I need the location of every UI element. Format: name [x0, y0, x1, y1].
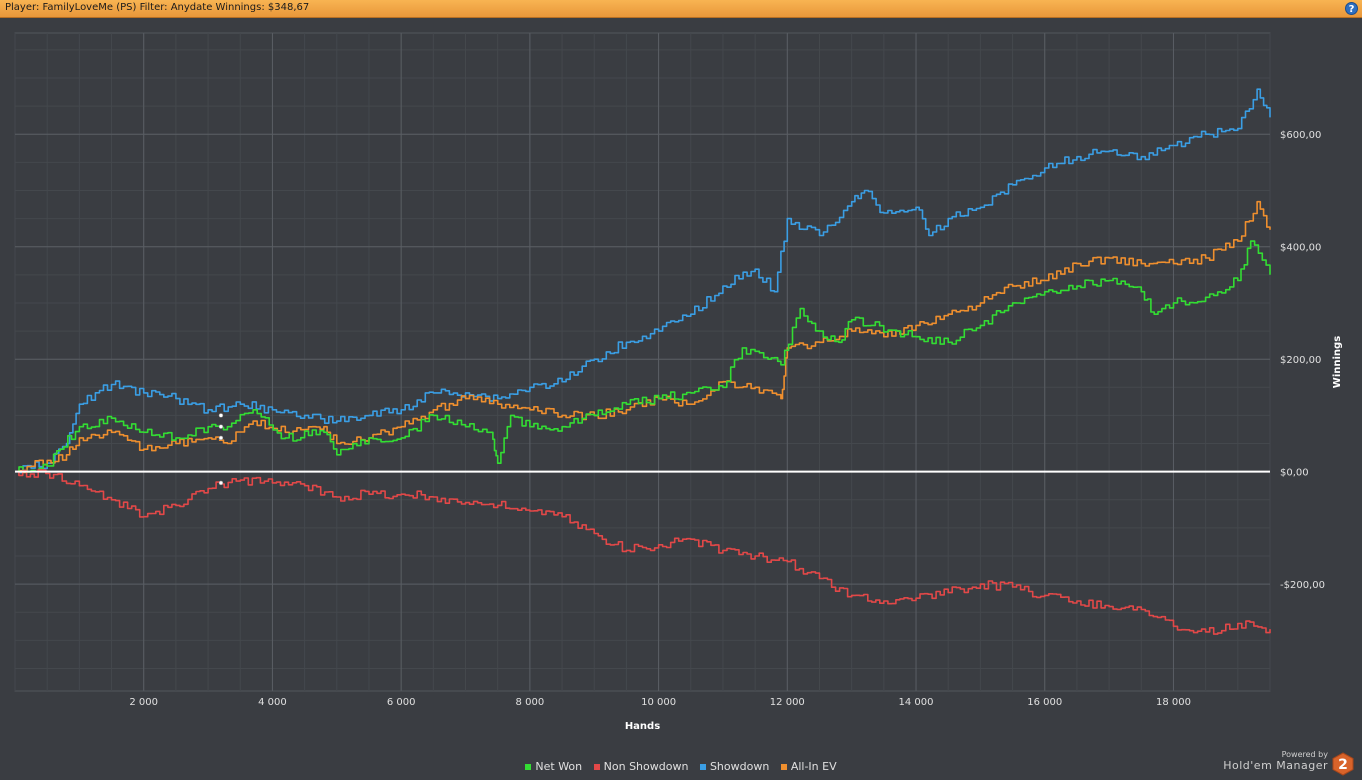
legend-label: Net Won: [535, 760, 583, 773]
grid: [14, 32, 1271, 692]
legend-label: Non Showdown: [603, 760, 689, 773]
legend-item-net-won[interactable]: Net Won: [525, 760, 582, 773]
legend-swatch: [780, 764, 787, 770]
legend-swatch: [699, 764, 706, 770]
product-name: Hold'em Manager: [1223, 759, 1328, 772]
legend-label: Showdown: [709, 760, 770, 773]
hm2-logo-icon: 2: [1332, 752, 1354, 776]
x-axis-title: Hands: [625, 721, 660, 732]
data-marker[interactable]: [218, 435, 224, 441]
y-tick-label: $400,00: [1280, 243, 1321, 254]
legend-swatch: [593, 764, 600, 770]
x-tick-label: 10 000: [641, 697, 676, 708]
legend-item-showdown[interactable]: Showdown: [699, 760, 770, 773]
powered-by-text: Powered by: [1281, 750, 1328, 759]
x-tick-label: 16 000: [1027, 697, 1062, 708]
series-line-non-showdown[interactable]: [15, 469, 1271, 635]
x-tick-label: 14 000: [899, 697, 934, 708]
tick-labels: 2 000 4 000 6 000 8 000 10 000 12 000 14 000 16…: [129, 130, 1325, 708]
plot-border: [14, 32, 1271, 692]
y-tick-label: $200,00: [1280, 355, 1321, 366]
legend: Net Won Non Showdown Showdown All-In EV: [0, 760, 1362, 774]
title-text: Player: FamilyLoveMe (PS) Filter: Anydat…: [5, 2, 310, 13]
x-tick-label: 18 000: [1156, 697, 1191, 708]
logo-label: 2: [1338, 757, 1348, 773]
x-tick-label: 6 000: [387, 697, 416, 708]
series-lines: [15, 88, 1271, 635]
data-marker[interactable]: [218, 424, 224, 429]
y-axis-title: Winnings: [1332, 336, 1343, 388]
x-tick-label: 2 000: [129, 697, 158, 708]
x-tick-label: 8 000: [516, 697, 545, 708]
title-bar: Player: FamilyLoveMe (PS) Filter: Anydat…: [0, 0, 1362, 18]
legend-label: All-In EV: [790, 760, 837, 773]
help-icon[interactable]: ?: [1345, 2, 1358, 15]
data-marker[interactable]: [218, 480, 224, 486]
brand-block: Powered by Hold'em Manager: [1223, 750, 1328, 773]
x-tick-label: 12 000: [770, 697, 805, 708]
y-tick-label: $0,00: [1280, 468, 1309, 479]
legend-swatch: [525, 764, 532, 770]
y-tick-label: -$200,00: [1280, 580, 1325, 591]
series-line-net-won[interactable]: [15, 240, 1271, 473]
legend-item-all-in-ev[interactable]: All-In EV: [780, 760, 837, 773]
x-tick-label: 4 000: [258, 697, 287, 708]
y-tick-label: $600,00: [1280, 130, 1321, 141]
data-marker[interactable]: [218, 413, 224, 418]
markers: [218, 413, 224, 486]
legend-item-non-showdown[interactable]: Non Showdown: [593, 760, 689, 773]
winnings-chart: 2 000 4 000 6 000 8 000 10 000 12 000 14 000 16…: [14, 32, 1343, 732]
